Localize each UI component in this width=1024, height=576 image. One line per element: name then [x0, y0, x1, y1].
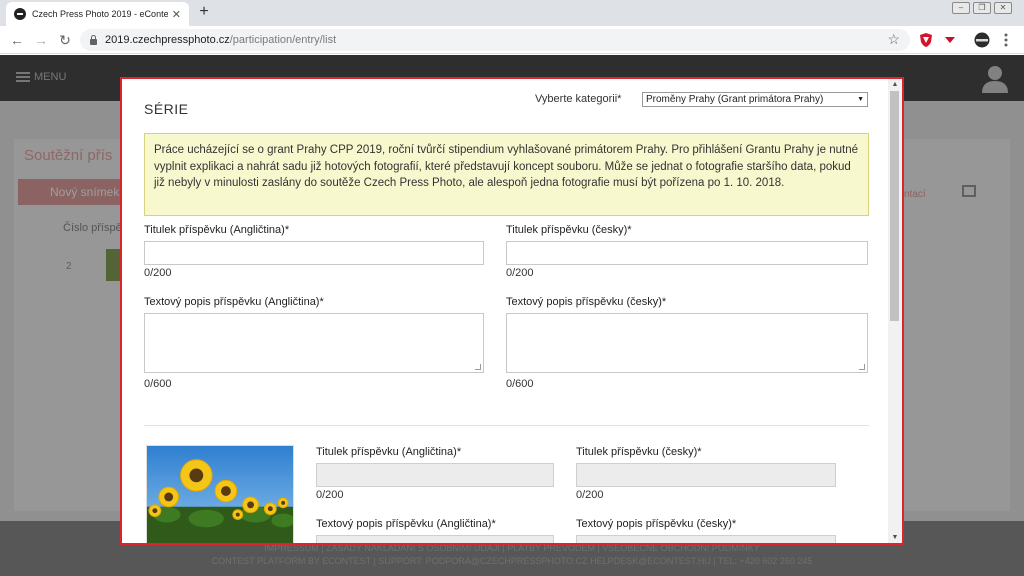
- photo-title-cs-label: Titulek příspěvku (česky)*: [576, 446, 702, 458]
- url-path: /participation/entry/list: [229, 34, 337, 46]
- modal-scrollbar[interactable]: ▲ ▼: [888, 79, 902, 543]
- address-bar[interactable]: 2019.czechpressphoto.cz/participation/en…: [80, 29, 910, 51]
- series-desc-en-label: Textový popis příspěvku (Angličtina)*: [144, 296, 324, 308]
- minimize-button[interactable]: –: [952, 2, 970, 14]
- menu-dots-icon[interactable]: [998, 32, 1014, 48]
- reload-icon[interactable]: ↻: [56, 31, 74, 49]
- info-box: Práce ucházející se o grant Prahy CPP 20…: [144, 133, 869, 216]
- series-title-cs-label: Titulek příspěvku (česky)*: [506, 224, 632, 236]
- photo-desc-en-textarea[interactable]: [316, 535, 554, 543]
- scroll-down-icon[interactable]: ▼: [890, 534, 900, 541]
- restore-button[interactable]: ❐: [973, 2, 991, 14]
- scroll-thumb[interactable]: [890, 91, 899, 321]
- lock-icon: [90, 34, 97, 45]
- star-icon[interactable]: ☆: [887, 31, 900, 48]
- site-favicon-icon: [14, 8, 26, 20]
- section-divider: [144, 425, 869, 426]
- series-title-en-label: Titulek příspěvku (Angličtina)*: [144, 224, 290, 236]
- series-title-cs-counter: 0/200: [506, 267, 534, 279]
- shield-extension-icon[interactable]: [918, 32, 934, 48]
- series-desc-cs-textarea[interactable]: [506, 313, 868, 373]
- series-desc-en-counter: 0/600: [144, 378, 172, 390]
- photo-desc-cs-label: Textový popis příspěvku (česky)*: [576, 518, 737, 530]
- series-title-en-counter: 0/200: [144, 267, 172, 279]
- new-tab-button[interactable]: +: [195, 3, 213, 21]
- window-close-button[interactable]: ✕: [994, 2, 1012, 14]
- profile-avatar-icon[interactable]: [974, 32, 990, 48]
- tab-title: Czech Press Photo 2019 - eContest: [32, 9, 168, 19]
- series-desc-cs-counter: 0/600: [506, 378, 534, 390]
- tab-close-icon[interactable]: ✕: [172, 8, 181, 21]
- chevron-down-icon: ▼: [857, 96, 864, 103]
- scroll-up-icon[interactable]: ▲: [890, 81, 900, 88]
- category-value: Proměny Prahy (Grant primátora Prahy): [646, 94, 824, 105]
- bookmark-extension-icon[interactable]: [942, 32, 958, 48]
- browser-toolbar: ← → ↻ 2019.czechpressphoto.cz/participat…: [0, 26, 1024, 54]
- back-icon[interactable]: ←: [8, 31, 26, 49]
- category-select[interactable]: Proměny Prahy (Grant primátora Prahy) ▼: [642, 92, 868, 107]
- browser-tabstrip: Czech Press Photo 2019 - eContest ✕ + – …: [0, 0, 1024, 26]
- photo-desc-en-label: Textový popis příspěvku (Angličtina)*: [316, 518, 496, 530]
- modal-title: SÉRIE: [144, 101, 189, 117]
- category-label: Vyberte kategorii*: [535, 93, 622, 105]
- series-title-cs-input[interactable]: [506, 241, 868, 265]
- photo-title-cs-counter: 0/200: [576, 489, 604, 501]
- series-desc-cs-label: Textový popis příspěvku (česky)*: [506, 296, 667, 308]
- url-host: 2019.czechpressphoto.cz: [105, 34, 230, 46]
- photo-desc-cs-textarea[interactable]: [576, 535, 836, 543]
- series-modal: SÉRIE Vyberte kategorii* Proměny Prahy (…: [120, 77, 904, 545]
- photo-title-en-label: Titulek příspěvku (Angličtina)*: [316, 446, 462, 458]
- series-title-en-input[interactable]: [144, 241, 484, 265]
- series-desc-en-textarea[interactable]: [144, 313, 484, 373]
- sunflower-photo[interactable]: [146, 445, 294, 545]
- forward-icon[interactable]: →: [32, 31, 50, 49]
- photo-title-cs-input[interactable]: [576, 463, 836, 487]
- browser-tab[interactable]: Czech Press Photo 2019 - eContest ✕: [6, 2, 189, 26]
- photo-title-en-input[interactable]: [316, 463, 554, 487]
- photo-title-en-counter: 0/200: [316, 489, 344, 501]
